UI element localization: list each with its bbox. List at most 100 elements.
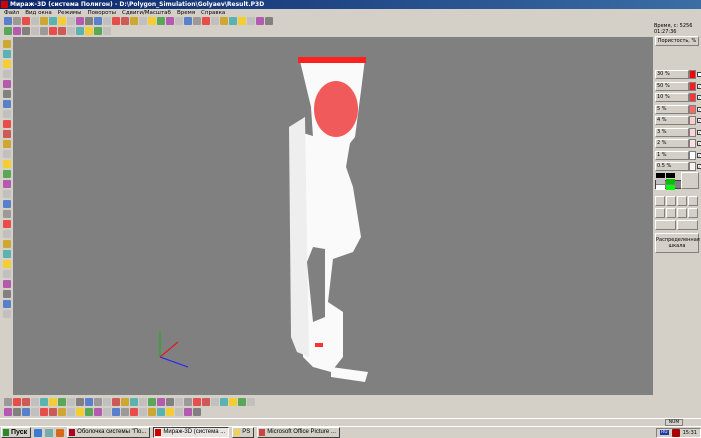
toolbar-button-icon[interactable] <box>22 408 30 416</box>
toolbar-button-icon[interactable] <box>2 290 11 298</box>
toolbar-button-icon[interactable] <box>139 408 147 416</box>
toolbar-button-icon[interactable] <box>94 398 102 406</box>
toolbar-button-icon[interactable] <box>238 398 246 406</box>
toolbar-button-icon[interactable] <box>2 100 11 108</box>
toolbar-button-icon[interactable] <box>40 27 48 35</box>
toolbar-button-icon[interactable] <box>2 90 11 98</box>
desktop-icon[interactable] <box>45 428 54 437</box>
toolbar-button-icon[interactable] <box>220 398 228 406</box>
save2-icon[interactable] <box>677 208 687 218</box>
toolbar-button-icon[interactable] <box>49 17 57 25</box>
toolbar-button-icon[interactable] <box>193 398 201 406</box>
copy-icon[interactable] <box>688 196 698 206</box>
toolbar-button-icon[interactable] <box>112 408 120 416</box>
toolbar-button-icon[interactable] <box>157 398 165 406</box>
toolbar-button-icon[interactable] <box>166 408 174 416</box>
toolbar-button-icon[interactable] <box>202 17 210 25</box>
toolbar-button-icon[interactable] <box>103 17 111 25</box>
scale-level-input[interactable]: 10 % <box>655 93 689 102</box>
toolbar-button-icon[interactable] <box>193 17 201 25</box>
toolbar-button-icon[interactable] <box>166 17 174 25</box>
toolbar-button-icon[interactable] <box>2 50 11 58</box>
toolbar-button-icon[interactable] <box>220 17 228 25</box>
task-ps-folder[interactable]: PS <box>232 427 255 438</box>
toolbar-button-icon[interactable] <box>103 398 111 406</box>
toolbar-button-icon[interactable] <box>2 140 11 148</box>
toolbar-button-icon[interactable] <box>2 150 11 158</box>
toolbar-button-icon[interactable] <box>184 17 192 25</box>
toolbar-button-icon[interactable] <box>2 40 11 48</box>
scale-visibility-checkbox[interactable]: ✓ <box>697 83 701 89</box>
toolbar-button-icon[interactable] <box>67 17 75 25</box>
toolbar-button-icon[interactable] <box>76 17 84 25</box>
scale-visibility-checkbox[interactable]: ✓ <box>697 106 701 112</box>
toolbar-button-icon[interactable] <box>2 170 11 178</box>
task-mirage[interactable]: Мираж-3D (система ... <box>153 427 230 438</box>
toolbar-button-icon[interactable] <box>157 408 165 416</box>
scale-level-input[interactable]: 2 % <box>655 139 689 148</box>
toolbar-button-icon[interactable] <box>175 17 183 25</box>
toolbar-button-icon[interactable] <box>49 27 57 35</box>
toolbar-button-icon[interactable] <box>2 70 11 78</box>
toolbar-button-icon[interactable] <box>139 17 147 25</box>
toolbar-button-icon[interactable] <box>265 17 273 25</box>
toolbar-button-icon[interactable] <box>256 17 264 25</box>
toolbar-button-icon[interactable] <box>40 17 48 25</box>
toolbar-button-icon[interactable] <box>76 408 84 416</box>
toolbar-button-icon[interactable] <box>40 408 48 416</box>
toolbar-button-icon[interactable] <box>103 27 111 35</box>
toolbar-button-icon[interactable] <box>2 250 11 258</box>
scale-level-input[interactable]: 4 % <box>655 116 689 125</box>
toolbar-button-icon[interactable] <box>229 17 237 25</box>
scale-visibility-checkbox[interactable]: ✓ <box>697 152 701 158</box>
toolbar-button-icon[interactable] <box>58 408 66 416</box>
ie-icon[interactable] <box>34 428 43 437</box>
layout-button[interactable] <box>681 172 699 189</box>
scale-visibility-checkbox[interactable]: ✓ <box>697 95 701 100</box>
scale-visibility-checkbox[interactable]: ✓ <box>697 129 701 135</box>
fit-icon[interactable] <box>655 196 665 206</box>
toolbar-button-icon[interactable] <box>148 17 156 25</box>
language-indicator[interactable]: RU <box>660 430 669 435</box>
toolbar-button-icon[interactable] <box>31 27 39 35</box>
scale-color-swatch[interactable] <box>689 70 696 79</box>
toolbar-button-icon[interactable] <box>211 398 219 406</box>
toolbar-button-icon[interactable] <box>31 408 39 416</box>
3d-viewport[interactable] <box>13 37 653 395</box>
toolbar-button-icon[interactable] <box>184 408 192 416</box>
toolbar-button-icon[interactable] <box>121 17 129 25</box>
scale-color-swatch[interactable] <box>689 116 696 125</box>
toolbar-button-icon[interactable] <box>2 120 11 128</box>
toolbar-button-icon[interactable] <box>2 300 11 308</box>
toolbar-button-icon[interactable] <box>4 398 12 406</box>
frame-icon[interactable] <box>655 208 665 218</box>
open-icon[interactable] <box>666 196 676 206</box>
start-button[interactable]: Пуск <box>1 427 32 438</box>
toolbar-button-icon[interactable] <box>85 398 93 406</box>
toolbar-button-icon[interactable] <box>13 408 21 416</box>
toolbar-button-icon[interactable] <box>4 17 12 25</box>
toolbar-button-icon[interactable] <box>13 398 21 406</box>
toolbar-button-icon[interactable] <box>4 408 12 416</box>
palette-green[interactable] <box>666 179 675 184</box>
scale-color-swatch[interactable] <box>689 104 696 114</box>
toolbar-button-icon[interactable] <box>22 17 30 25</box>
toolbar-button-icon[interactable] <box>121 408 129 416</box>
porosity-mode-button[interactable]: Пористость, % <box>655 36 699 46</box>
toolbar-button-icon[interactable] <box>121 398 129 406</box>
toolbar-button-icon[interactable] <box>2 310 11 318</box>
scale-visibility-checkbox[interactable]: ✓ <box>697 118 701 123</box>
toolbar-button-icon[interactable] <box>238 17 246 25</box>
toolbar-button-icon[interactable] <box>85 408 93 416</box>
toolbar-button-icon[interactable] <box>58 17 66 25</box>
toolbar-button-icon[interactable] <box>2 280 11 288</box>
scale-visibility-checkbox[interactable]: ✓ <box>697 164 701 169</box>
toolbar-button-icon[interactable] <box>94 27 102 35</box>
toolbar-button-icon[interactable] <box>4 27 12 35</box>
toolbar-button-icon[interactable] <box>31 398 39 406</box>
toolbar-button-icon[interactable] <box>67 27 75 35</box>
toolbar-button-icon[interactable] <box>49 408 57 416</box>
toolbar-button-icon[interactable] <box>2 80 11 88</box>
scale-visibility-checkbox[interactable]: ✓ <box>697 141 701 146</box>
toolbar-button-icon[interactable] <box>22 27 30 35</box>
